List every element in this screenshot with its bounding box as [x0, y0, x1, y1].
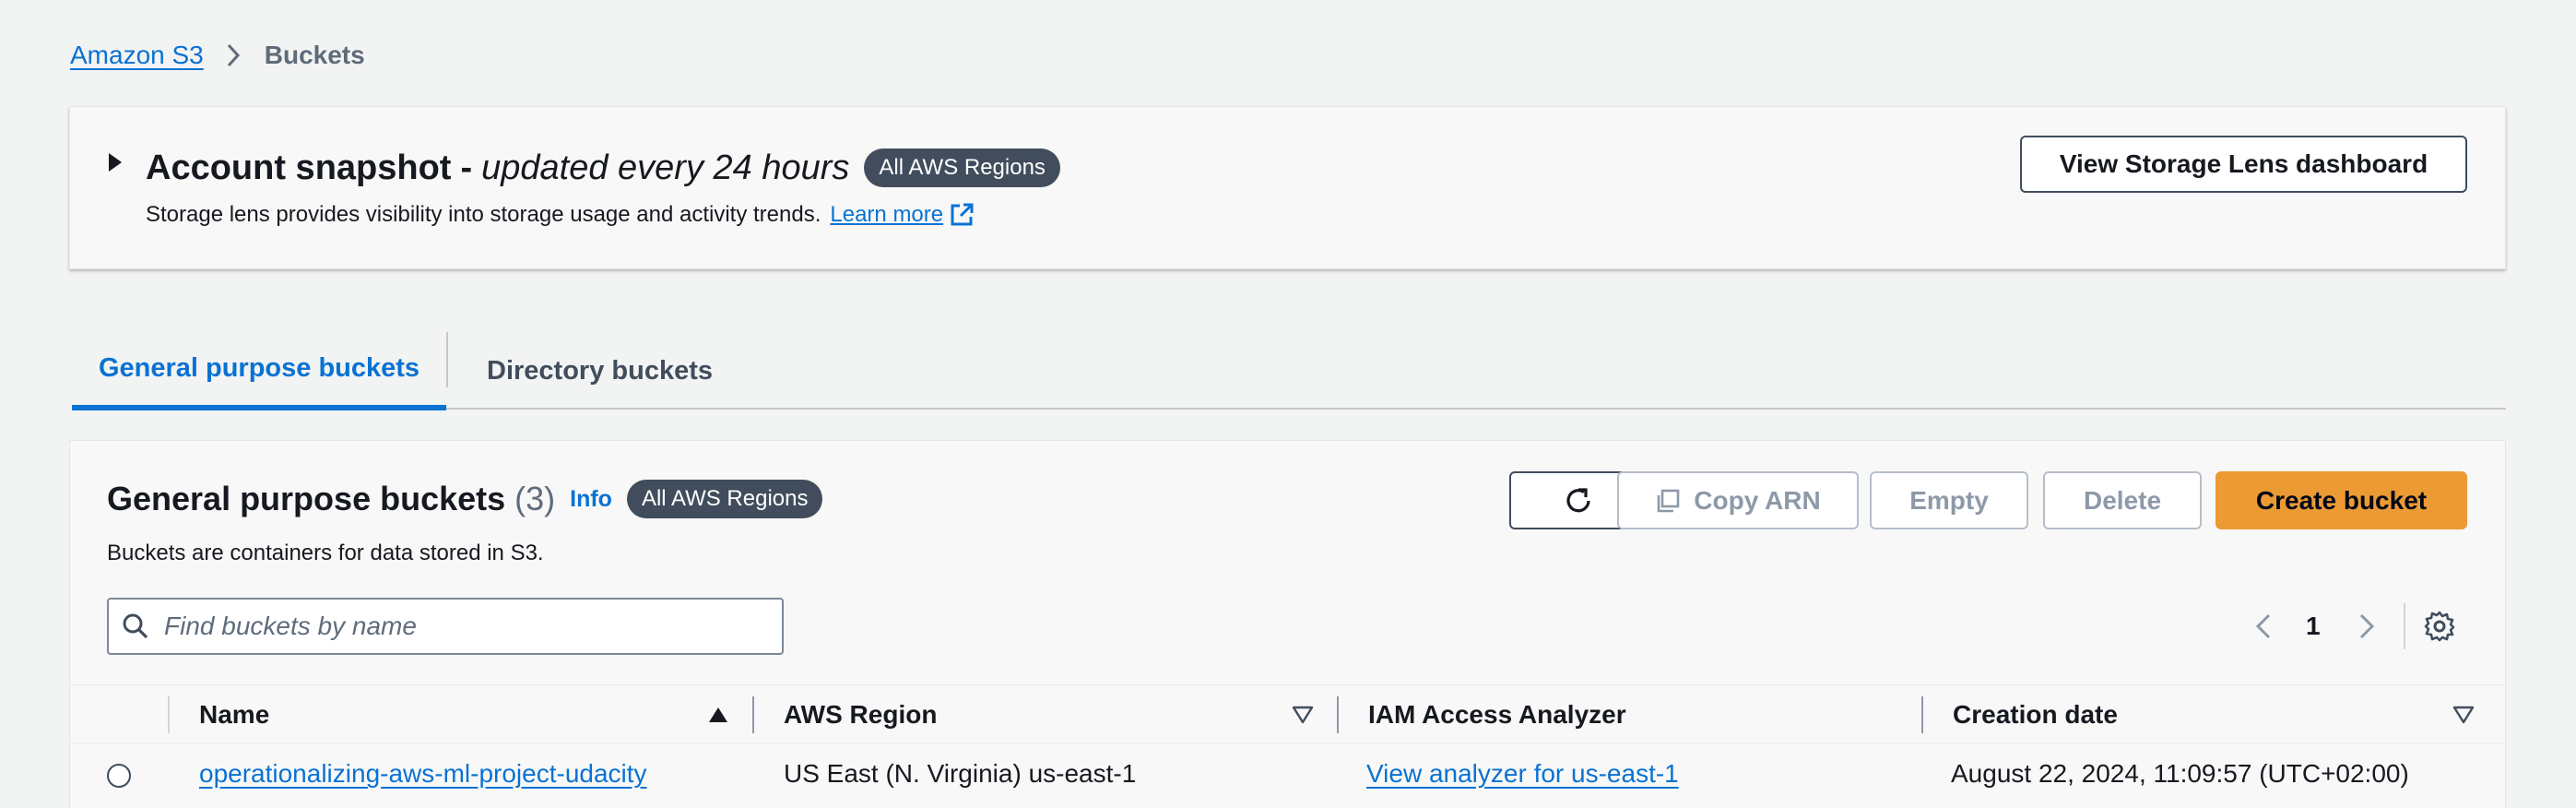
next-page-icon[interactable]	[2354, 603, 2380, 649]
account-snapshot-panel: Account snapshot - updated every 24 hours …	[69, 106, 2506, 269]
table-row: operationalizing-aws-ml-project-udacity …	[70, 744, 2507, 803]
search-input[interactable]	[164, 612, 717, 641]
bucket-creation-date-cell: August 22, 2024, 11:09:57 (UTC+02:00)	[1951, 759, 2409, 788]
copy-arn-button[interactable]: Copy ARN	[1617, 471, 1859, 529]
previous-page-icon[interactable]	[2251, 603, 2276, 649]
buckets-description: Buckets are containers for data stored i…	[107, 541, 544, 565]
tab-general-purpose-buckets[interactable]: General purpose buckets	[72, 332, 446, 410]
pager-divider	[2404, 603, 2405, 649]
general-purpose-buckets-panel: General purpose buckets (3) Info All AWS…	[69, 440, 2507, 808]
buckets-header: General purpose buckets (3) Info All AWS…	[107, 476, 823, 522]
info-link[interactable]: Info	[570, 486, 612, 513]
view-storage-lens-button[interactable]: View Storage Lens dashboard	[2020, 136, 2467, 193]
bucket-type-tabs: General purpose buckets Directory bucket…	[72, 332, 2506, 410]
expand-caret-icon[interactable]	[107, 151, 124, 178]
regions-badge: All AWS Regions	[626, 480, 823, 518]
search-icon	[122, 612, 149, 640]
sort-icon[interactable]	[1292, 706, 1314, 729]
snapshot-title-subtext: updated every 24 hours	[481, 148, 850, 187]
search-field[interactable]	[107, 598, 784, 655]
snapshot-title-dash: -	[460, 148, 473, 187]
column-header-creation-date[interactable]: Creation date	[1953, 685, 2118, 744]
copy-icon	[1655, 488, 1681, 514]
sort-icon[interactable]	[2452, 706, 2475, 729]
copy-arn-label: Copy ARN	[1694, 485, 1821, 515]
row-select-radio[interactable]	[107, 764, 131, 788]
bucket-region-cell: US East (N. Virginia) us-east-1	[784, 759, 1137, 788]
bucket-analyzer-cell: View analyzer for us-east-1	[1366, 744, 1679, 803]
column-header-name[interactable]: Name	[199, 685, 269, 744]
tab-divider	[446, 332, 448, 387]
create-bucket-button[interactable]: Create bucket	[2216, 471, 2467, 529]
column-resizer[interactable]	[1921, 696, 1923, 733]
column-header-iam-access-analyzer[interactable]: IAM Access Analyzer	[1368, 685, 1626, 744]
buckets-table-header: Name AWS Region IAM Access Analyzer Crea…	[70, 684, 2507, 743]
refresh-icon	[1561, 483, 1596, 518]
regions-badge: All AWS Regions	[864, 149, 1060, 187]
sort-ascending-icon[interactable]	[707, 706, 729, 729]
breadcrumb-amazon-s3-link[interactable]: Amazon S3	[70, 41, 204, 70]
current-page-number[interactable]: 1	[2306, 603, 2321, 649]
tab-directory-buckets[interactable]: Directory buckets	[487, 332, 713, 410]
delete-button[interactable]: Delete	[2043, 471, 2202, 529]
snapshot-description: Storage lens provides visibility into st…	[146, 202, 821, 227]
bucket-name-link[interactable]: operationalizing-aws-ml-project-udacity	[199, 759, 647, 789]
breadcrumb: Amazon S3 Buckets	[70, 37, 365, 74]
snapshot-title[interactable]: Account snapshot - updated every 24 hours	[146, 149, 849, 188]
snapshot-description-row: Storage lens provides visibility into st…	[146, 202, 975, 228]
buckets-heading: General purpose buckets	[107, 480, 506, 517]
view-analyzer-link[interactable]: View analyzer for us-east-1	[1366, 759, 1679, 789]
snapshot-title-main: Account snapshot	[146, 148, 452, 187]
column-divider	[168, 696, 170, 733]
gear-icon[interactable]	[2423, 610, 2456, 648]
column-header-region[interactable]: AWS Region	[784, 685, 937, 744]
chevron-right-icon	[226, 42, 241, 68]
column-resizer[interactable]	[1337, 696, 1339, 733]
bucket-name-cell: operationalizing-aws-ml-project-udacity	[199, 744, 647, 803]
learn-more-link[interactable]: Learn more	[830, 202, 943, 228]
snapshot-title-row: Account snapshot - updated every 24 hours …	[146, 142, 1060, 194]
column-resizer[interactable]	[752, 696, 754, 733]
external-link-icon[interactable]	[949, 202, 975, 228]
empty-button[interactable]: Empty	[1870, 471, 2028, 529]
buckets-count: (3)	[514, 480, 556, 517]
breadcrumb-current: Buckets	[264, 41, 365, 69]
